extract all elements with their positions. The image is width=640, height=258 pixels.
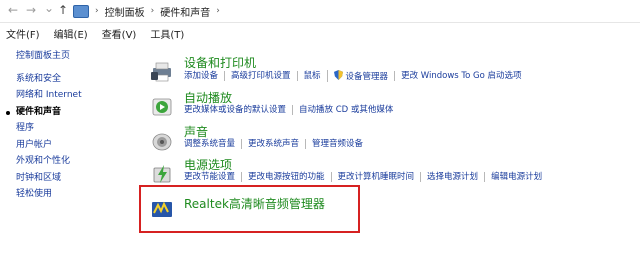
sidebar-item-user-accounts[interactable]: 用户帐户 [16, 137, 126, 154]
link-manage-audio[interactable]: 管理音频设备 [305, 139, 369, 149]
link-add-device[interactable]: 添加设备 [184, 71, 224, 81]
address-bar: ← → ⌄ ↑ › 控制面板 › 硬件和声音 › [0, 0, 640, 23]
sidebar-item-clock-region[interactable]: 时钟和区域 [16, 170, 126, 187]
link-device-manager-label: 设备管理器 [345, 72, 389, 82]
sidebar-item-appearance[interactable]: 外观和个性化 [16, 153, 126, 170]
menu-view[interactable]: 查看(V) [102, 26, 137, 42]
menu-tools[interactable]: 工具(T) [150, 26, 184, 42]
uac-shield-icon [333, 70, 343, 80]
category-title[interactable]: 自动播放 [184, 89, 232, 106]
sidebar-item-hardware-sound[interactable]: 硬件和声音 [6, 104, 126, 121]
chevron-right-icon[interactable]: › [216, 6, 220, 16]
sidebar-item-network[interactable]: 网络和 Internet [16, 87, 126, 104]
link-mouse[interactable]: 鼠标 [296, 71, 327, 81]
link-change-sounds[interactable]: 更改系统声音 [241, 139, 305, 149]
link-media-defaults[interactable]: 更改媒体或设备的默认设置 [184, 105, 292, 115]
sidebar-item-ease-of-access[interactable]: 轻松使用 [16, 186, 126, 203]
category-links: 调整系统音量 更改系统声音 管理音频设备 [184, 139, 369, 149]
speaker-icon [152, 133, 172, 151]
link-device-manager[interactable]: 设备管理器 [326, 70, 395, 82]
sidebar: 控制面板主页 系统和安全 网络和 Internet 硬件和声音 程序 用户帐户 … [6, 48, 126, 203]
breadcrumb-hardware-sound[interactable]: 硬件和声音 [160, 4, 210, 19]
menu-edit[interactable]: 编辑(E) [54, 26, 88, 42]
link-choose-plan[interactable]: 选择电源计划 [420, 172, 484, 182]
back-icon[interactable]: ← [8, 3, 18, 17]
chevron-right-icon[interactable]: › [151, 6, 155, 16]
printer-icon [151, 62, 171, 82]
menu-file[interactable]: 文件(F) [6, 26, 40, 42]
link-power-saving[interactable]: 更改节能设置 [184, 172, 241, 182]
link-advanced-printer[interactable]: 高级打印机设置 [224, 71, 297, 81]
sidebar-item-home[interactable]: 控制面板主页 [16, 48, 126, 65]
breadcrumb-control-panel[interactable]: 控制面板 [105, 4, 145, 19]
link-edit-plan[interactable]: 编辑电源计划 [484, 172, 548, 182]
link-windows-to-go[interactable]: 更改 Windows To Go 启动选项 [394, 71, 528, 81]
link-adjust-volume[interactable]: 调整系统音量 [184, 139, 241, 149]
sidebar-item-system-security[interactable]: 系统和安全 [16, 71, 126, 88]
link-sleep-time[interactable]: 更改计算机睡眠时间 [330, 172, 421, 182]
sidebar-item-programs[interactable]: 程序 [16, 120, 126, 137]
autoplay-icon [152, 98, 172, 116]
forward-icon[interactable]: → [26, 3, 36, 17]
chevron-right-icon[interactable]: › [95, 6, 99, 16]
category-links: 更改节能设置 更改电源按钮的功能 更改计算机睡眠时间 选择电源计划 编辑电源计划 [184, 172, 548, 182]
link-autoplay-cd[interactable]: 自动播放 CD 或其他媒体 [292, 105, 399, 115]
recent-dropdown-icon[interactable]: ⌄ [44, 1, 54, 15]
category-links: 更改媒体或设备的默认设置 自动播放 CD 或其他媒体 [184, 105, 399, 115]
category-title[interactable]: 声音 [184, 123, 208, 140]
power-icon [153, 165, 171, 183]
category-title[interactable]: 电源选项 [184, 156, 232, 173]
breadcrumb: › 控制面板 › 硬件和声音 › [73, 2, 220, 20]
up-icon[interactable]: ↑ [58, 3, 68, 17]
category-links: 添加设备 高级打印机设置 鼠标 设备管理器 更改 Windows To Go 启… [184, 70, 528, 82]
control-panel-icon [73, 4, 89, 18]
menu-bar: 文件(F) 编辑(E) 查看(V) 工具(T) [0, 26, 640, 42]
highlight-box [139, 185, 360, 233]
category-title[interactable]: 设备和打印机 [184, 54, 256, 71]
link-power-button[interactable]: 更改电源按钮的功能 [241, 172, 331, 182]
